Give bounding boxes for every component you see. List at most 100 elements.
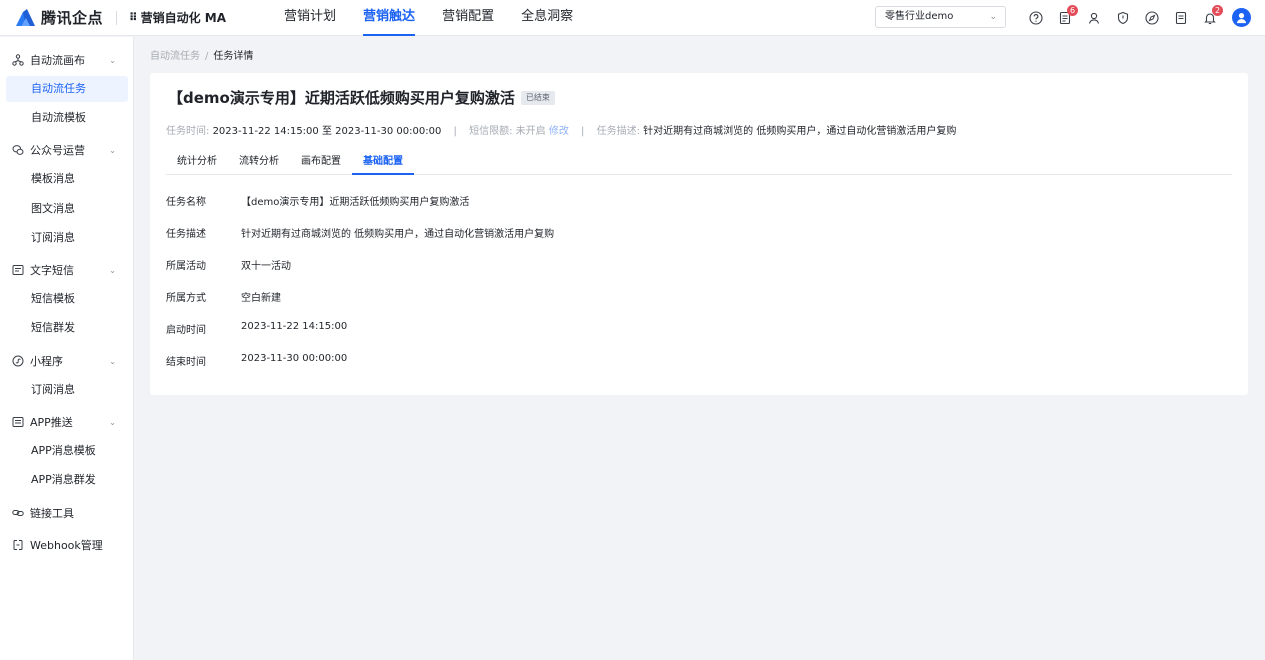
tab-basic-config[interactable]: 基础配置 bbox=[352, 156, 414, 175]
sidebar-group-label: 链接工具 bbox=[30, 507, 74, 520]
document-icon[interactable] bbox=[1173, 10, 1189, 26]
field-label: 结束时间 bbox=[166, 357, 206, 368]
field-end-time: 结束时间 2023-11-30 00:00:00 bbox=[166, 353, 347, 368]
sidebar-group-label: 文字短信 bbox=[30, 264, 74, 277]
detail-tabs: 统计分析 流转分析 画布配置 基础配置 bbox=[166, 156, 1232, 175]
sidebar-item-template-message[interactable]: 模板消息 bbox=[6, 166, 128, 192]
task-title-text: 【demo演示专用】近期活跃低频购买用户复购激活 bbox=[168, 89, 515, 107]
field-label: 任务名称 bbox=[166, 197, 206, 208]
field-task-description: 任务描述 针对近期有过商城浏览的 低频购买用户，通过自动化营销激活用户复购 bbox=[166, 225, 554, 240]
product-name: 营销自动化 MA bbox=[140, 11, 227, 25]
help-icon[interactable] bbox=[1028, 10, 1044, 26]
field-value: 2023-11-22 14:15:00 bbox=[241, 321, 348, 332]
chevron-down-icon: ⌄ bbox=[109, 265, 116, 275]
task-meta: 任务时间: 2023-11-22 14:15:00 至 2023-11-30 0… bbox=[166, 122, 956, 137]
sidebar-group-webhook[interactable]: Webhook管理 bbox=[0, 530, 134, 560]
sidebar-item-sms-template[interactable]: 短信模板 bbox=[6, 286, 128, 312]
task-time-label: 任务时间: bbox=[166, 126, 210, 137]
tasks-icon[interactable]: 6 bbox=[1057, 4, 1078, 26]
sidebar-group-label: 自动流画布 bbox=[30, 54, 85, 67]
notifications-badge: 2 bbox=[1212, 4, 1223, 16]
avatar-user-icon bbox=[1236, 13, 1247, 24]
chevron-down-icon: ⌄ bbox=[109, 145, 116, 155]
breadcrumb-parent-link[interactable]: 自动流任务 bbox=[150, 51, 200, 62]
main-nav: 营销计划 营销触达 营销配置 全息洞察 bbox=[284, 0, 600, 36]
sidebar-item-app-message-template[interactable]: APP消息模板 bbox=[6, 438, 128, 464]
tab-statistics[interactable]: 统计分析 bbox=[166, 156, 228, 175]
sidebar-item-sms-broadcast[interactable]: 短信群发 bbox=[6, 315, 128, 341]
top-bar: 腾讯企点 ⠿ 营销自动化 MA 营销计划 营销触达 营销配置 全息洞察 零售行业… bbox=[0, 0, 1265, 36]
task-detail-card: 【demo演示专用】近期活跃低频购买用户复购激活 已结束 任务时间: 2023-… bbox=[150, 73, 1248, 395]
tasks-badge: 6 bbox=[1067, 4, 1078, 16]
sidebar-group-link-tools[interactable]: 链接工具 bbox=[0, 498, 134, 528]
sms-limit-value: 未开启 bbox=[515, 126, 546, 137]
field-creation-method: 所属方式 空白新建 bbox=[166, 289, 281, 304]
sidebar-group-flow-canvas[interactable]: 自动流画布 ⌄ bbox=[0, 45, 134, 75]
tab-canvas-config[interactable]: 画布配置 bbox=[290, 156, 352, 175]
industry-select-value: 零售行业demo bbox=[885, 11, 954, 22]
sms-limit-label: 短信限额: bbox=[469, 126, 513, 137]
logo[interactable]: 腾讯企点 bbox=[14, 7, 103, 28]
message-icon bbox=[12, 264, 24, 276]
wechat-icon bbox=[12, 144, 24, 156]
sidebar-item-subscription-message[interactable]: 订阅消息 bbox=[6, 225, 128, 251]
chevron-down-icon: ⌄ bbox=[109, 417, 116, 427]
sidebar-group-app-push[interactable]: APP推送 ⌄ bbox=[0, 407, 134, 437]
field-value: 双十一活动 bbox=[241, 261, 291, 272]
meta-separator: | bbox=[453, 126, 457, 137]
nav-holographic-insight[interactable]: 全息洞察 bbox=[521, 0, 573, 36]
sidebar-item-flow-tasks[interactable]: 自动流任务 bbox=[6, 76, 128, 102]
field-value: 【demo演示专用】近期活跃低频购买用户复购激活 bbox=[241, 197, 470, 208]
grid-icon: ⠿ bbox=[129, 11, 138, 24]
field-value: 2023-11-30 00:00:00 bbox=[241, 353, 348, 364]
task-desc-label: 任务描述: bbox=[596, 126, 640, 137]
field-label: 所属方式 bbox=[166, 293, 206, 304]
tab-flow-analysis[interactable]: 流转分析 bbox=[228, 156, 290, 175]
sms-limit-edit-link[interactable]: 修改 bbox=[549, 126, 569, 137]
sidebar-group-official-account[interactable]: 公众号运营 ⌄ bbox=[0, 135, 134, 165]
breadcrumb-separator: / bbox=[205, 51, 209, 62]
chevron-down-icon: ⌄ bbox=[989, 12, 997, 22]
nav-marketing-config[interactable]: 营销配置 bbox=[442, 0, 494, 36]
field-label: 任务描述 bbox=[166, 229, 206, 240]
sidebar-group-sms[interactable]: 文字短信 ⌄ bbox=[0, 255, 134, 285]
task-desc-value: 针对近期有过商城浏览的 低频购买用户，通过自动化营销激活用户复购 bbox=[643, 126, 957, 137]
status-badge: 已结束 bbox=[520, 90, 555, 105]
bell-icon[interactable]: 2 bbox=[1202, 4, 1223, 26]
nav-marketing-plan[interactable]: 营销计划 bbox=[284, 0, 336, 36]
top-icons: 6 2 bbox=[1028, 4, 1251, 27]
header-divider bbox=[116, 10, 118, 25]
product-switcher[interactable]: ⠿ 营销自动化 MA bbox=[129, 9, 226, 26]
sidebar-group-label: Webhook管理 bbox=[30, 539, 103, 552]
field-start-time: 启动时间 2023-11-22 14:15:00 bbox=[166, 321, 347, 336]
breadcrumb-current: 任务详情 bbox=[213, 51, 254, 62]
sidebar-item-flow-templates[interactable]: 自动流模板 bbox=[6, 105, 128, 131]
sidebar-item-article-message[interactable]: 图文消息 bbox=[6, 196, 128, 222]
chevron-down-icon: ⌄ bbox=[109, 356, 116, 366]
field-value: 针对近期有过商城浏览的 低频购买用户，通过自动化营销激活用户复购 bbox=[241, 229, 555, 240]
webhook-icon bbox=[12, 539, 24, 551]
avatar[interactable] bbox=[1232, 8, 1251, 27]
flow-icon bbox=[12, 54, 24, 66]
compass-icon[interactable] bbox=[1144, 10, 1160, 26]
industry-select[interactable]: 零售行业demo ⌄ bbox=[875, 6, 1006, 28]
breadcrumb: 自动流任务 / 任务详情 bbox=[150, 47, 253, 62]
sidebar-group-miniprogram[interactable]: 小程序 ⌄ bbox=[0, 346, 134, 376]
user-icon[interactable] bbox=[1086, 10, 1102, 26]
field-label: 启动时间 bbox=[166, 325, 206, 336]
chevron-down-icon: ⌄ bbox=[109, 55, 116, 65]
logo-text: 腾讯企点 bbox=[41, 9, 104, 27]
sidebar-group-label: 公众号运营 bbox=[30, 144, 85, 157]
field-activity: 所属活动 双十一活动 bbox=[166, 257, 291, 272]
page-title: 【demo演示专用】近期活跃低频购买用户复购激活 已结束 bbox=[168, 87, 555, 108]
shield-icon[interactable] bbox=[1115, 10, 1131, 26]
field-task-name: 任务名称 【demo演示专用】近期活跃低频购买用户复购激活 bbox=[166, 193, 469, 208]
field-label: 所属活动 bbox=[166, 261, 206, 272]
sidebar-item-app-message-broadcast[interactable]: APP消息群发 bbox=[6, 467, 128, 493]
miniprogram-icon bbox=[12, 355, 24, 367]
meta-separator: | bbox=[581, 126, 585, 137]
nav-marketing-reach[interactable]: 营销触达 bbox=[363, 0, 416, 36]
tencent-qidian-logo-icon bbox=[16, 8, 35, 26]
sidebar-item-mini-subscription-message[interactable]: 订阅消息 bbox=[6, 377, 128, 403]
app-push-icon bbox=[12, 416, 24, 428]
